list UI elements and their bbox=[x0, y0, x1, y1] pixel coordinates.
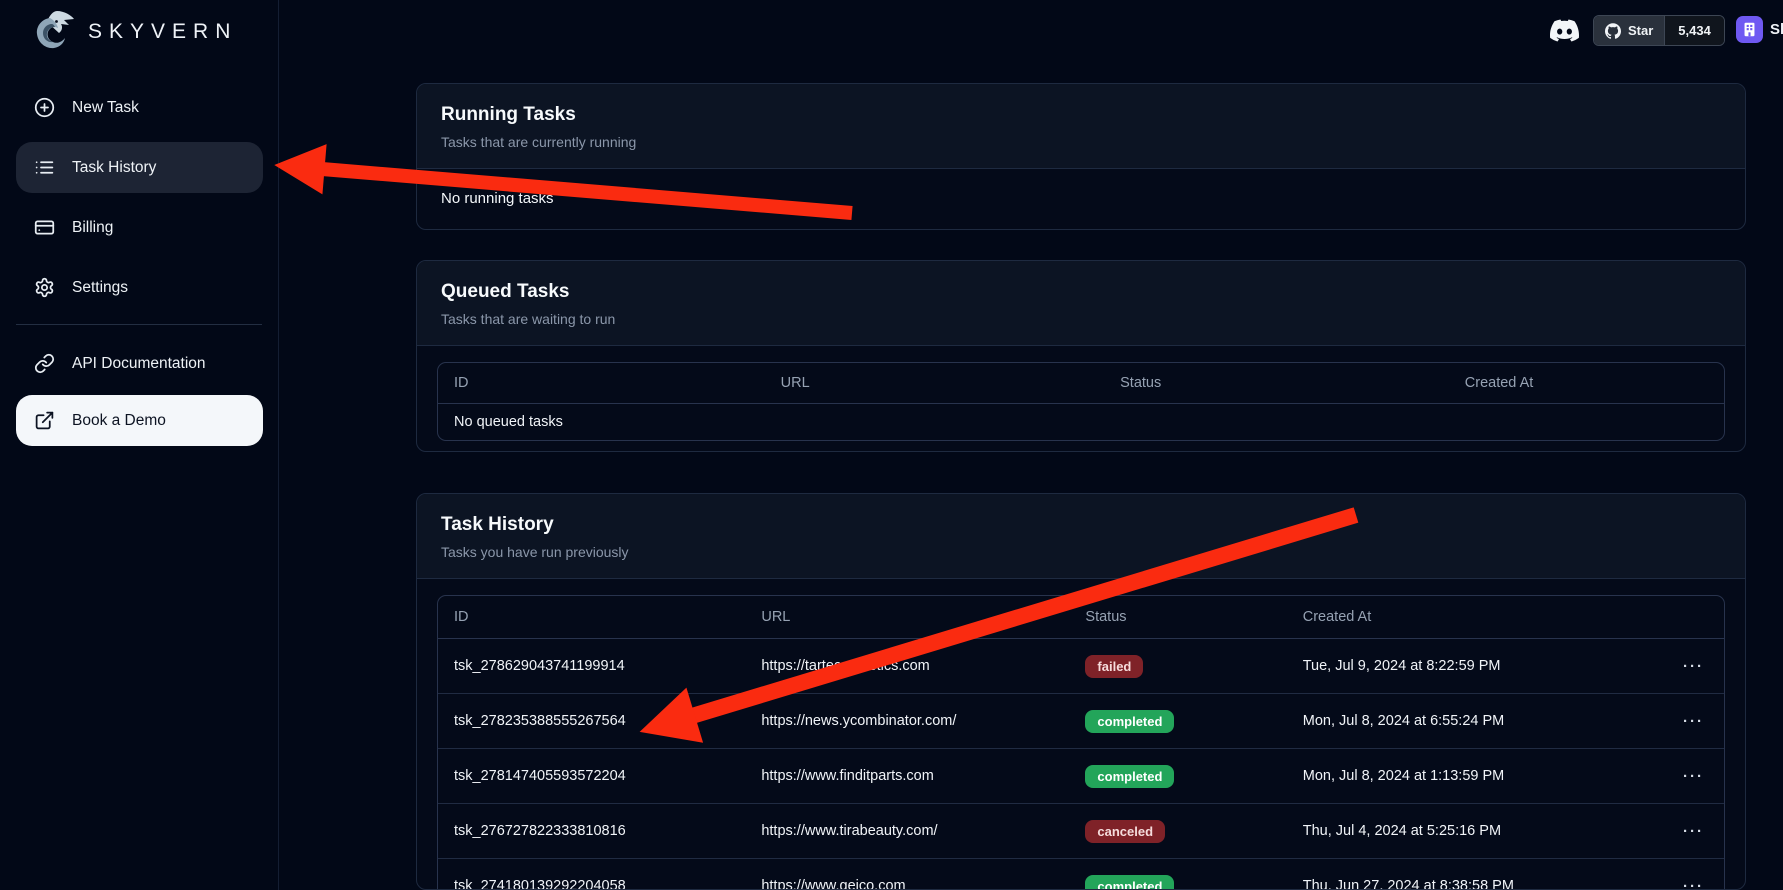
row-actions-button[interactable]: ··· bbox=[1621, 823, 1724, 840]
card-title: Queued Tasks bbox=[441, 281, 1721, 303]
status-badge: completed bbox=[1085, 710, 1174, 733]
sidebar-nav: New Task Task History Billing Settings bbox=[16, 82, 263, 313]
org-avatar[interactable] bbox=[1736, 16, 1763, 43]
sidebar-item-book-a-demo[interactable]: Book a Demo bbox=[16, 395, 263, 446]
task-id: tsk_278235388555267564 bbox=[438, 713, 745, 729]
github-star-label: Star bbox=[1628, 23, 1653, 38]
sidebar-separator bbox=[16, 324, 262, 325]
status-badge: completed bbox=[1085, 875, 1174, 890]
column-header-created-at: Created At bbox=[1287, 609, 1621, 625]
row-actions-button[interactable]: ··· bbox=[1621, 713, 1724, 730]
list-icon bbox=[34, 157, 55, 178]
github-star-button[interactable]: Star bbox=[1594, 16, 1664, 45]
column-header-url: URL bbox=[745, 609, 1069, 625]
link-icon bbox=[34, 353, 55, 374]
gear-icon bbox=[34, 277, 55, 298]
credit-card-icon bbox=[34, 217, 55, 238]
row-actions-button[interactable]: ··· bbox=[1621, 768, 1724, 785]
sidebar-item-label: API Documentation bbox=[72, 355, 206, 373]
table-row[interactable]: tsk_278629043741199914 https://tartecosm… bbox=[438, 639, 1724, 694]
sidebar-item-new-task[interactable]: New Task bbox=[16, 82, 263, 133]
sidebar: SKYVERN New Task Task History Billing Se… bbox=[0, 0, 279, 890]
column-header-id: ID bbox=[438, 609, 745, 625]
skyvern-app: SKYVERN New Task Task History Billing Se… bbox=[0, 0, 1783, 890]
card-subtitle: Tasks that are currently running bbox=[441, 134, 1721, 150]
sidebar-item-settings[interactable]: Settings bbox=[16, 262, 263, 313]
sidebar-item-label: Book a Demo bbox=[72, 412, 166, 430]
column-header-id: ID bbox=[438, 375, 765, 391]
sidebar-secondary-nav: API Documentation Book a Demo bbox=[16, 338, 263, 446]
status-badge: failed bbox=[1085, 655, 1143, 678]
table-row[interactable]: tsk_274180139292204058 https://www.geico… bbox=[438, 859, 1724, 890]
queued-tasks-empty-state: No queued tasks bbox=[438, 404, 1724, 440]
task-url: https://www.geico.com bbox=[745, 878, 1069, 890]
card-header: Queued Tasks Tasks that are waiting to r… bbox=[417, 261, 1745, 346]
github-star-widget[interactable]: Star 5,434 bbox=[1593, 15, 1725, 46]
column-header-created-at: Created At bbox=[1449, 375, 1724, 391]
queued-tasks-table: ID URL Status Created At No queued tasks bbox=[437, 362, 1725, 441]
card-title: Task History bbox=[441, 514, 1721, 536]
row-actions-button[interactable]: ··· bbox=[1621, 658, 1724, 675]
column-header-status: Status bbox=[1104, 375, 1449, 391]
task-id: tsk_274180139292204058 bbox=[438, 878, 745, 890]
table-header-row: ID URL Status Created At bbox=[438, 363, 1724, 404]
building-icon bbox=[1741, 21, 1758, 38]
task-history-card: Task History Tasks you have run previous… bbox=[416, 493, 1746, 890]
org-name-partial: Sk bbox=[1770, 21, 1783, 38]
table-row[interactable]: tsk_278147405593572204 https://www.findi… bbox=[438, 749, 1724, 804]
task-id: tsk_278629043741199914 bbox=[438, 658, 745, 674]
skyvern-dragon-icon bbox=[28, 7, 76, 57]
table-row[interactable]: tsk_276727822333810816 https://www.tirab… bbox=[438, 804, 1724, 859]
task-url: https://www.finditparts.com bbox=[745, 768, 1069, 784]
row-actions-button[interactable]: ··· bbox=[1621, 878, 1724, 890]
card-subtitle: Tasks you have run previously bbox=[441, 544, 1721, 560]
discord-icon[interactable] bbox=[1550, 16, 1579, 45]
task-url: https://www.tirabeauty.com/ bbox=[745, 823, 1069, 839]
sidebar-item-label: Settings bbox=[72, 279, 128, 297]
table-row[interactable]: tsk_278235388555267564 https://news.ycom… bbox=[438, 694, 1724, 749]
task-url: https://tartecosmetics.com bbox=[745, 658, 1069, 674]
running-tasks-card: Running Tasks Tasks that are currently r… bbox=[416, 83, 1746, 230]
task-created-at: Mon, Jul 8, 2024 at 6:55:24 PM bbox=[1287, 713, 1621, 729]
task-created-at: Mon, Jul 8, 2024 at 1:13:59 PM bbox=[1287, 768, 1621, 784]
sidebar-item-billing[interactable]: Billing bbox=[16, 202, 263, 253]
card-header: Task History Tasks you have run previous… bbox=[417, 494, 1745, 579]
column-header-status: Status bbox=[1069, 609, 1286, 625]
sidebar-item-task-history[interactable]: Task History bbox=[16, 142, 263, 193]
sidebar-item-api-documentation[interactable]: API Documentation bbox=[16, 338, 263, 389]
task-created-at: Tue, Jul 9, 2024 at 8:22:59 PM bbox=[1287, 658, 1621, 674]
external-link-icon bbox=[34, 410, 55, 431]
column-header-url: URL bbox=[765, 375, 1105, 391]
sidebar-item-label: New Task bbox=[72, 99, 139, 117]
brand-name: SKYVERN bbox=[88, 20, 237, 44]
task-history-table: ID URL Status Created At tsk_27862904374… bbox=[437, 595, 1725, 890]
github-star-count[interactable]: 5,434 bbox=[1664, 16, 1724, 45]
status-badge: canceled bbox=[1085, 820, 1165, 843]
task-id: tsk_278147405593572204 bbox=[438, 768, 745, 784]
queued-tasks-card: Queued Tasks Tasks that are waiting to r… bbox=[416, 260, 1746, 452]
running-tasks-empty-state: No running tasks bbox=[417, 169, 1745, 228]
task-created-at: Thu, Jul 4, 2024 at 5:25:16 PM bbox=[1287, 823, 1621, 839]
github-icon bbox=[1605, 23, 1621, 39]
table-header-row: ID URL Status Created At bbox=[438, 596, 1724, 639]
card-header: Running Tasks Tasks that are currently r… bbox=[417, 84, 1745, 169]
brand-logo: SKYVERN bbox=[28, 7, 237, 57]
card-subtitle: Tasks that are waiting to run bbox=[441, 311, 1721, 327]
task-url: https://news.ycombinator.com/ bbox=[745, 713, 1069, 729]
circle-plus-icon bbox=[34, 97, 55, 118]
status-badge: completed bbox=[1085, 765, 1174, 788]
card-title: Running Tasks bbox=[441, 104, 1721, 126]
task-created-at: Thu, Jun 27, 2024 at 8:38:58 PM bbox=[1287, 878, 1621, 890]
sidebar-item-label: Task History bbox=[72, 159, 156, 177]
task-id: tsk_276727822333810816 bbox=[438, 823, 745, 839]
sidebar-item-label: Billing bbox=[72, 219, 113, 237]
